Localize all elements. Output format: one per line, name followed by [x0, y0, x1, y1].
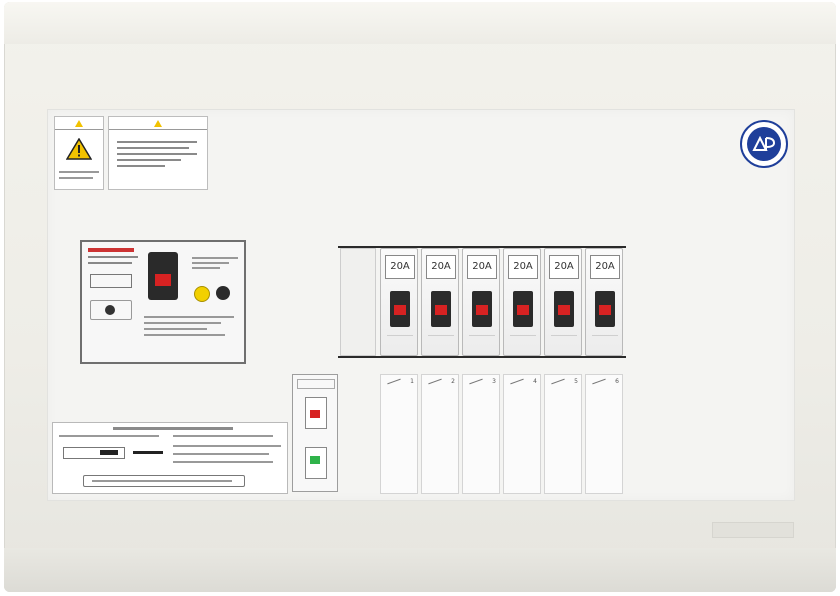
circuit-label-slot-3: 3: [462, 374, 500, 494]
tester-red-indicator: [310, 410, 320, 418]
circuit-label-slot-4: 4: [503, 374, 541, 494]
main-breaker-toggle[interactable]: [148, 252, 178, 300]
circuit-number: 5: [574, 378, 578, 385]
tester-label: [297, 379, 335, 389]
warning-label-text-line: [59, 177, 93, 179]
breaker-rating-label: 20A: [426, 255, 456, 279]
breaker-on-indicator: [599, 305, 611, 315]
breaker-foot: [469, 335, 495, 350]
busbar-rail-bottom: [338, 356, 626, 358]
instruction-text-line: [59, 435, 159, 437]
main-breaker-instructions: [144, 312, 234, 352]
warning-label: [54, 116, 104, 190]
circuit-label-slot-5: 5: [544, 374, 582, 494]
breaker-on-indicator: [476, 305, 488, 315]
spare-blank-module: [340, 248, 376, 356]
breaker-rating-label: 20A: [590, 255, 620, 279]
tester-lower-switch[interactable]: [305, 447, 327, 479]
circuit-number: 6: [615, 378, 619, 385]
leakage-tester-module: [292, 374, 338, 492]
breaker-rating-label: 20A: [549, 255, 579, 279]
breaker-toggle[interactable]: [513, 291, 533, 327]
certification-seal-icon: [740, 120, 788, 168]
main-breaker-trip-indicator: [155, 274, 171, 286]
breaker-toggle[interactable]: [390, 291, 410, 327]
breaker-toggle[interactable]: [472, 291, 492, 327]
warning-label-text-line: [59, 171, 99, 173]
breaker-toggle[interactable]: [431, 291, 451, 327]
breaker-toggle[interactable]: [595, 291, 615, 327]
main-breaker-terminal-diagram: [90, 300, 132, 320]
main-breaker-test-button[interactable]: [194, 286, 210, 302]
caution-label: [108, 116, 208, 190]
branch-breaker-6[interactable]: 20A: [585, 248, 623, 356]
breaker-foot: [592, 335, 618, 350]
warning-triangle-icon: [154, 119, 162, 127]
circuit-number: 3: [492, 378, 496, 385]
instruction-text-line: [173, 453, 269, 455]
breaker-toggle[interactable]: [554, 291, 574, 327]
main-breaker-text-line: [88, 262, 132, 264]
seal-emblem-icon: [752, 136, 776, 151]
cabinet-top-lip: [4, 2, 836, 44]
main-breaker-reset-button[interactable]: [216, 286, 230, 300]
breaker-foot: [387, 335, 413, 350]
main-breaker-text-line: [88, 256, 138, 258]
cabinet-bottom-lip: [4, 548, 836, 592]
circuit-number: 1: [410, 378, 414, 385]
caution-label-header: [109, 117, 207, 130]
tester-green-indicator: [310, 456, 320, 464]
circuit-label-slot-6: 6: [585, 374, 623, 494]
breaker-on-indicator: [435, 305, 447, 315]
branch-breaker-5[interactable]: 20A: [544, 248, 582, 356]
warning-label-graphic: [55, 138, 103, 160]
warning-triangle-icon: [75, 119, 83, 127]
circuit-number: 2: [451, 378, 455, 385]
branch-breaker-4[interactable]: 20A: [503, 248, 541, 356]
instruction-diagram: [63, 447, 125, 459]
caution-label-text-block: [117, 137, 197, 183]
main-breaker-spec-text: [192, 254, 238, 278]
breaker-foot: [428, 335, 454, 350]
main-earth-leakage-breaker: [80, 240, 246, 364]
branch-breaker-3[interactable]: 20A: [462, 248, 500, 356]
instruction-text-line: [173, 435, 273, 437]
instruction-heading-line: [113, 427, 233, 430]
circuit-number: 4: [533, 378, 537, 385]
breaker-on-indicator: [558, 305, 570, 315]
breaker-rating-label: 20A: [385, 255, 415, 279]
instruction-footer-box: [83, 475, 245, 487]
instruction-text-line: [173, 445, 281, 447]
branch-breaker-1[interactable]: 20A: [380, 248, 418, 356]
instruction-text-line: [173, 461, 273, 463]
brand-plate: [712, 522, 794, 538]
breaker-rating-label: 20A: [467, 255, 497, 279]
warning-triangle-icon: [66, 138, 92, 160]
breaker-foot: [551, 335, 577, 350]
instruction-arrow: [133, 451, 163, 454]
circuit-label-slot-1: 1: [380, 374, 418, 494]
branch-breaker-2[interactable]: 20A: [421, 248, 459, 356]
circuit-label-slot-2: 2: [421, 374, 459, 494]
seal-inner: [747, 127, 781, 161]
breaker-on-indicator: [517, 305, 529, 315]
breaker-on-indicator: [394, 305, 406, 315]
instruction-label: [52, 422, 288, 494]
breaker-foot: [510, 335, 536, 350]
tester-upper-switch[interactable]: [305, 397, 327, 429]
warning-label-header: [55, 117, 103, 130]
main-breaker-header-mark: [88, 248, 134, 252]
main-breaker-rating-box: [90, 274, 132, 288]
breaker-rating-label: 20A: [508, 255, 538, 279]
